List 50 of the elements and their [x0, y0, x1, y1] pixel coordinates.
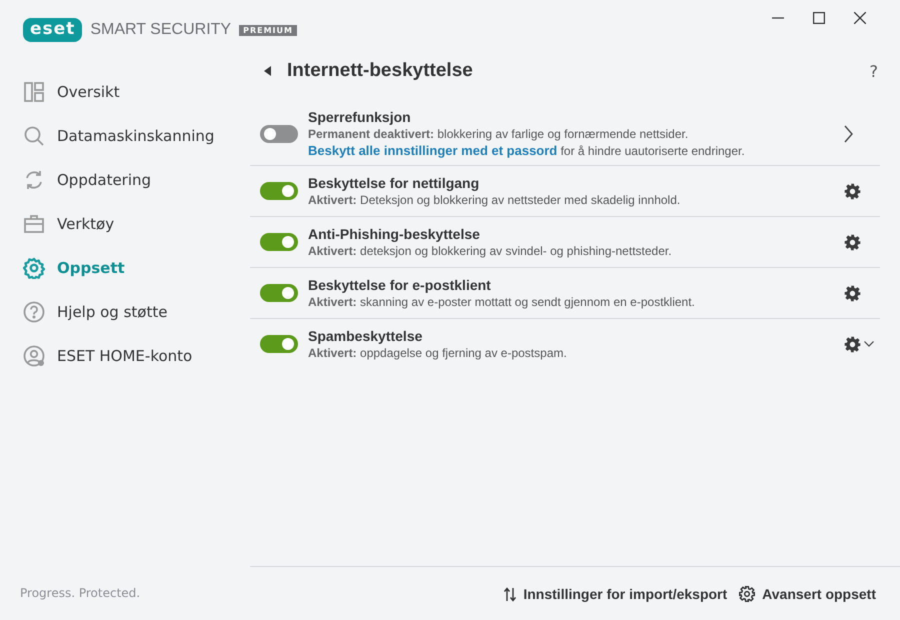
settings-icon[interactable] [844, 284, 861, 302]
dashboard-icon [23, 81, 45, 103]
settings-icon[interactable] [844, 182, 861, 200]
feature-description: Aktivert: deteksjon og blokkering av svindel- og phishing-nettsteder. [308, 244, 673, 258]
chevron-down-icon[interactable] [864, 341, 874, 347]
briefcase-icon [23, 213, 45, 235]
settings-icon [23, 257, 45, 279]
sidebar-item[interactable]: Oppdatering [0, 158, 250, 202]
advanced-setup-button[interactable]: Avansert oppsett [737, 584, 878, 604]
sidebar-item[interactable]: Oppsett [0, 246, 250, 290]
settings-icon [739, 586, 756, 602]
sidebar-item[interactable]: Datamaskinskanning [0, 114, 250, 158]
sidebar-item[interactable]: ESET HOME-konto [0, 334, 250, 378]
chevron-right-icon[interactable] [844, 124, 853, 142]
feature-title: Sperrefunksjon [308, 109, 412, 125]
feature-title: Anti-Phishing-beskyttelse [308, 226, 481, 242]
refresh-icon [23, 169, 45, 191]
edition-badge: PREMIUM [239, 24, 297, 36]
search-icon [23, 125, 45, 147]
feature-description: Aktivert: skanning av e-poster mottatt og sendt gjennom en e-postklient. [308, 295, 696, 309]
feature-title: Spambeskyttelse [308, 328, 424, 344]
import-export-button[interactable]: Innstillinger for import/eksport [502, 584, 730, 604]
up-down-arrows-icon [504, 586, 516, 602]
sidebar-item[interactable]: Verktøy [0, 202, 250, 246]
help-icon [23, 301, 45, 323]
sidebar-item[interactable]: Oversikt [0, 70, 250, 114]
toggle-switch[interactable] [260, 284, 298, 302]
toggle-switch[interactable] [260, 182, 298, 200]
feature-description: Permanent deaktivert: blokkering av farlige og fornærmende nettsider. [308, 127, 690, 141]
account-icon [23, 345, 45, 367]
feature-description: Aktivert: oppdagelse og fjerning av e-postspam. [308, 346, 568, 360]
feature-title: Beskyttelse for e-postklient [308, 277, 492, 293]
tagline: Progress. Protected. [19, 586, 142, 602]
page-title: Internett-beskyttelse [287, 60, 473, 82]
settings-icon[interactable] [844, 336, 861, 352]
toggle-switch[interactable] [260, 335, 298, 353]
sidebar-item[interactable]: Hjelp og støtte [0, 290, 250, 334]
feature-description: Aktivert: Deteksjon og blokkering av nettsteder med skadelig innhold. [308, 193, 682, 207]
product-name: SMART SECURITY [90, 21, 232, 39]
close-icon[interactable] [854, 12, 866, 24]
settings-icon[interactable] [844, 234, 861, 250]
toggle-switch[interactable] [260, 233, 298, 251]
toggle-switch[interactable] [260, 124, 298, 142]
back-icon[interactable] [264, 66, 271, 76]
maximize-icon[interactable] [813, 12, 825, 24]
brand-logo: eset [23, 18, 82, 42]
password-link[interactable]: Beskytt alle innstillinger med et passord [308, 143, 558, 158]
password-note: Beskytt alle innstillinger med et passord for å hindre uautoriserte endringer. [308, 143, 746, 158]
help-link[interactable]: ? [870, 62, 878, 80]
feature-title: Beskyttelse for nettilgang [308, 175, 480, 191]
